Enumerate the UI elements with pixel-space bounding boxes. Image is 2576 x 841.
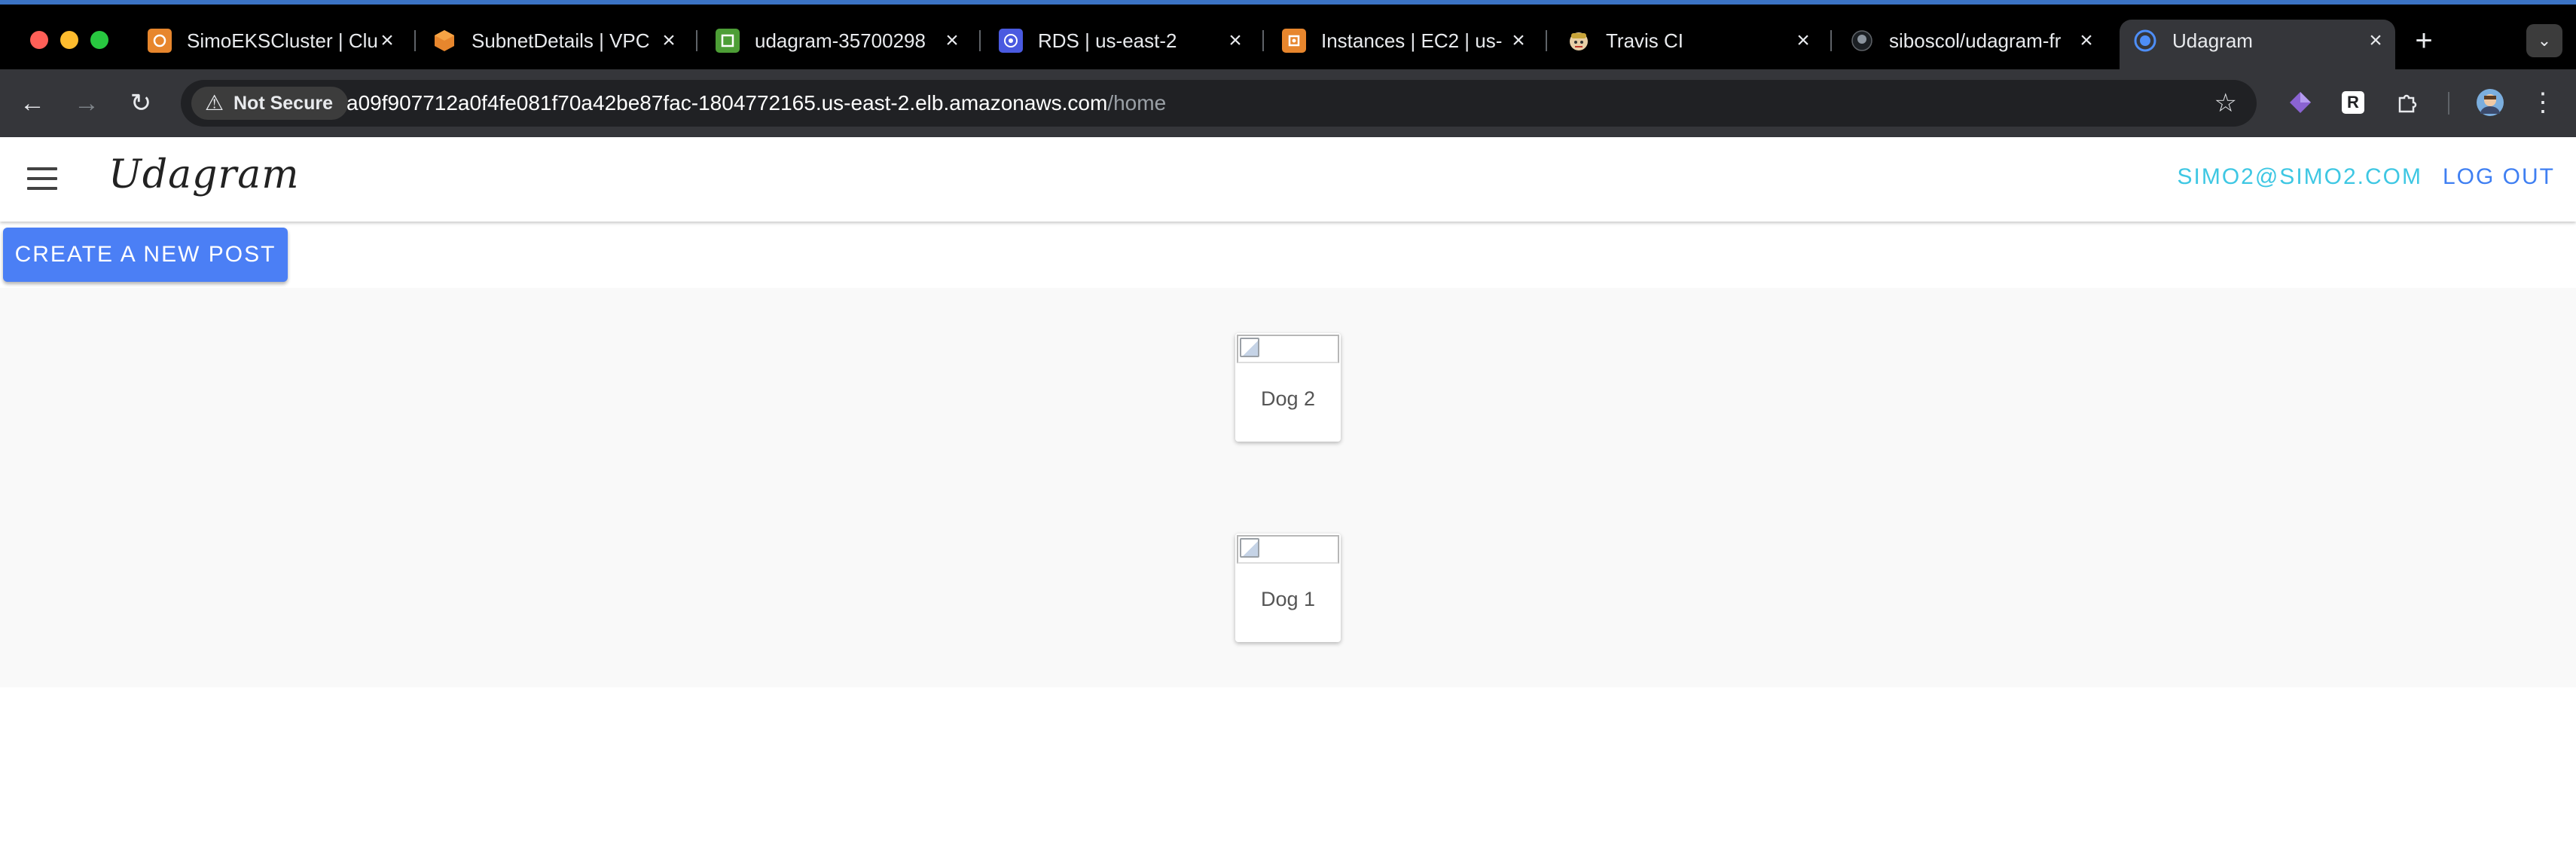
tab-close-icon[interactable]: × (1791, 29, 1815, 53)
post-card[interactable]: Dog 1 (1235, 534, 1341, 642)
tab-title: Instances | EC2 | us- (1321, 29, 1503, 52)
tab-search-button[interactable]: ⌄ (2526, 24, 2562, 57)
aws-eks-icon (148, 29, 172, 53)
tab-title: Udagram (2172, 29, 2253, 52)
travis-ci-icon (1567, 29, 1591, 53)
tab-separator (1830, 30, 1832, 51)
toolbar-divider (2448, 92, 2449, 115)
logout-button[interactable]: LOG OUT (2443, 164, 2555, 190)
tab-title: Travis CI (1606, 29, 1684, 52)
tab-separator (979, 30, 981, 51)
tab-close-icon[interactable]: × (940, 29, 964, 53)
menu-hamburger-icon[interactable] (27, 167, 57, 190)
tab-close-icon[interactable]: × (1506, 29, 1531, 53)
browser-toolbar: ← → ↻ ⚠ Not Secure a09f907712a0f4fe081f7… (0, 69, 2576, 137)
tab-separator (696, 30, 697, 51)
browser-tab[interactable]: siboscol/udagram-fr × (1850, 20, 2106, 62)
site-security-chip[interactable]: ⚠ Not Secure (191, 87, 348, 120)
post-image (1237, 335, 1339, 363)
tab-title: SimoEKSCluster | Clu (187, 29, 378, 52)
tab-separator (414, 30, 416, 51)
profile-avatar-icon[interactable] (2474, 86, 2507, 119)
security-label: Not Secure (233, 93, 333, 114)
broken-image-icon (1240, 338, 1259, 357)
browser-tab-active[interactable]: Udagram × (2120, 20, 2395, 74)
tab-title: udagram-35700298 (755, 29, 926, 52)
app-header: Udagram SIMO2@SIMO2.COM LOG OUT (0, 137, 2576, 222)
aws-ec2-icon (1282, 29, 1306, 53)
tab-title: RDS | us-east-2 (1038, 29, 1177, 52)
aws-vpc-icon (432, 29, 456, 53)
tab-close-icon[interactable]: × (657, 29, 681, 53)
reload-icon[interactable]: ↻ (122, 84, 160, 122)
post-caption: Dog 1 (1260, 588, 1316, 610)
browser-tab[interactable]: udagram-35700298 × (716, 20, 981, 62)
url-text[interactable]: a09f907712a0f4fe081f70a42be87fac-1804772… (346, 80, 1166, 127)
new-tab-button[interactable]: + (2407, 24, 2440, 57)
tab-close-icon[interactable]: × (2074, 29, 2098, 53)
post-card[interactable]: Dog 2 (1235, 333, 1341, 442)
github-icon (1850, 29, 1874, 53)
browser-menu-icon[interactable]: ⋮ (2526, 86, 2559, 119)
tab-close-icon[interactable]: × (2364, 29, 2388, 53)
browser-tab[interactable]: RDS | us-east-2 × (999, 20, 1264, 62)
post-image (1237, 535, 1339, 564)
tab-title: SubnetDetails | VPC (472, 29, 650, 52)
tab-close-icon[interactable]: × (375, 29, 399, 53)
aws-rds-icon (999, 29, 1023, 53)
broken-image-icon (1240, 538, 1259, 558)
chrome-default-icon (2133, 29, 2157, 53)
browser-tab[interactable]: SubnetDetails | VPC × (432, 20, 697, 62)
browser-tab[interactable]: Instances | EC2 | us- × (1282, 20, 1547, 62)
tab-title: siboscol/udagram-fr (1889, 29, 2062, 52)
bookmark-star-icon[interactable]: ☆ (2214, 87, 2237, 120)
window-close-button[interactable] (30, 31, 48, 49)
address-bar[interactable]: ⚠ Not Secure a09f907712a0f4fe081f70a42be… (181, 80, 2257, 127)
app-brand-logo[interactable]: Udagram (108, 152, 300, 197)
forward-arrow-icon[interactable]: → (68, 84, 105, 122)
browser-tab-strip: SimoEKSCluster | Clu × SubnetDetails | V… (0, 0, 2576, 74)
create-post-button[interactable]: CREATE A NEW POST (3, 228, 288, 282)
user-email-link[interactable]: SIMO2@SIMO2.COM (2178, 164, 2423, 190)
aws-elb-icon (716, 29, 740, 53)
window-zoom-button[interactable] (90, 31, 108, 49)
gem-extension-icon[interactable] (2284, 86, 2317, 119)
browser-tab[interactable]: Travis CI × (1567, 20, 1832, 62)
r-extension-icon[interactable]: R (2336, 86, 2370, 119)
back-arrow-icon[interactable]: ← (14, 84, 51, 122)
warning-triangle-icon: ⚠ (205, 91, 224, 115)
r-extension-label: R (2342, 91, 2364, 114)
url-host: a09f907712a0f4fe081f70a42be87fac-1804772… (346, 91, 1108, 115)
tab-separator (1262, 30, 1264, 51)
url-path: /home (1107, 91, 1167, 115)
tab-separator (1546, 30, 1547, 51)
window-minimize-button[interactable] (60, 31, 78, 49)
tab-close-icon[interactable]: × (1223, 29, 1247, 53)
browser-tab[interactable]: SimoEKSCluster | Clu × (148, 20, 416, 62)
puzzle-extensions-icon[interactable] (2391, 86, 2424, 119)
feed-container: Dog 2 Dog 1 (0, 288, 2576, 687)
post-caption: Dog 2 (1260, 387, 1316, 410)
